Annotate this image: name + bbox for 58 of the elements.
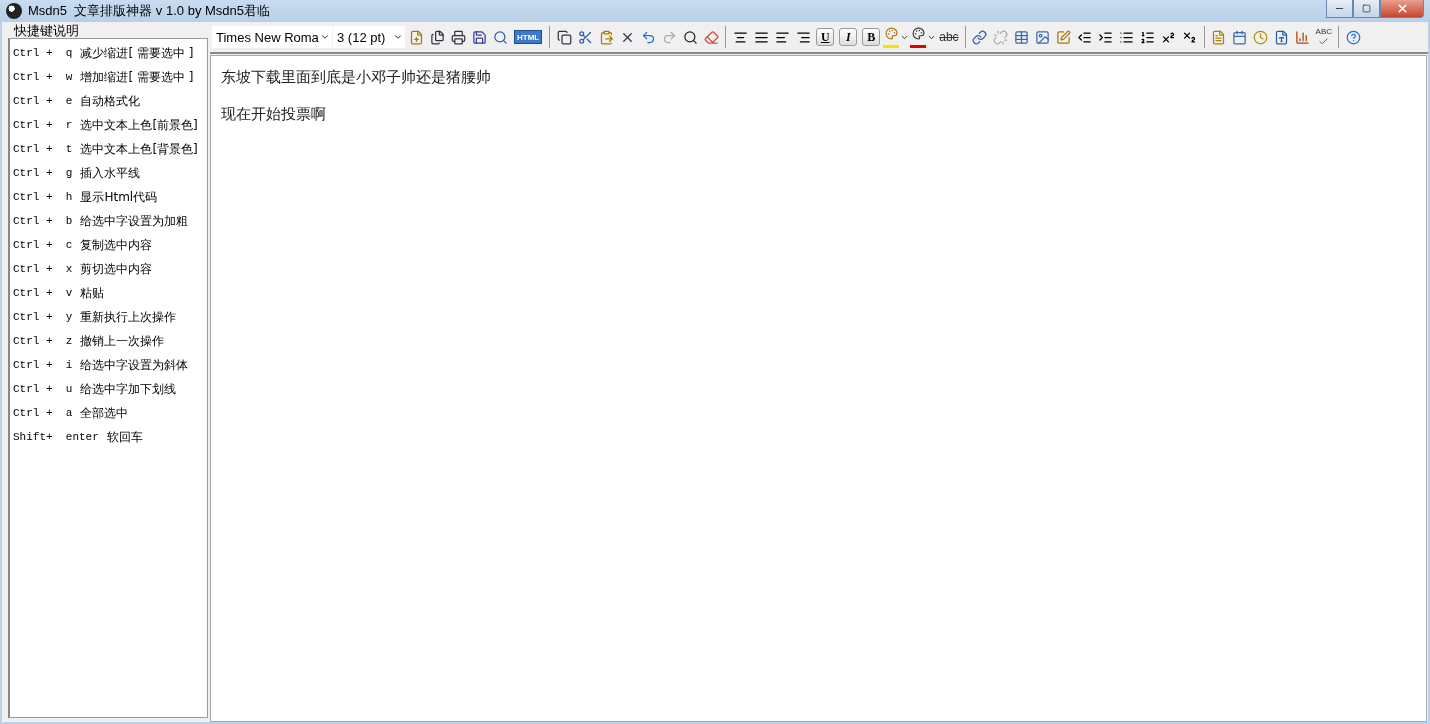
- shortcut-keys: Ctrl + q: [13, 47, 73, 59]
- html-button[interactable]: HTML: [514, 30, 543, 44]
- editor-area[interactable]: 东坡下载里面到底是小邓子帅还是猪腰帅 现在开始投票啊: [210, 55, 1427, 722]
- shortcut-action: 自动格式化: [80, 92, 141, 110]
- shortcut-action: 重新执行上次操作: [80, 308, 177, 326]
- shortcut-keys: Ctrl + v: [13, 287, 73, 299]
- shortcut-keys: Shift+ enter: [13, 431, 99, 443]
- shortcut-keys: Ctrl + y: [13, 311, 73, 323]
- shortcut-action: 给选中字设置为斜体: [80, 356, 189, 374]
- shortcut-action: 插入水平线: [80, 164, 141, 182]
- shortcut-keys: Ctrl + c: [13, 239, 73, 251]
- caret-icon: [320, 32, 330, 42]
- group-title: 快捷键说明: [14, 24, 80, 38]
- caret-icon: [393, 32, 403, 42]
- close-button[interactable]: [1380, 0, 1424, 18]
- editor-paragraph: 东坡下载里面到底是小邓子帅还是猪腰帅: [221, 68, 492, 87]
- shortcut-action: 软回车: [106, 428, 143, 446]
- shortcut-action: 撤销上一次操作: [80, 332, 165, 350]
- shortcut-action: 全部选中: [80, 404, 129, 422]
- shortcut-keys: Ctrl + b: [13, 215, 73, 227]
- spellcheck-button[interactable]: ABC: [1313, 27, 1335, 47]
- app-logo-icon: [6, 3, 22, 19]
- shortcut-action: 给选中字加下划线: [80, 380, 177, 398]
- strikethrough-button[interactable]: abc: [937, 30, 961, 44]
- shortcut-keys: Ctrl + z: [13, 335, 73, 347]
- maximize-icon: [1362, 4, 1371, 13]
- format-button[interactable]: U: [816, 28, 835, 46]
- font-select[interactable]: Times New Roma: [212, 26, 332, 48]
- shortcut-keys: Ctrl + e: [13, 95, 73, 107]
- format-button[interactable]: I: [839, 28, 858, 46]
- shortcut-action: 剪切选中内容: [80, 260, 153, 278]
- shortcut-action: 选中文本上色[背景色]: [80, 140, 198, 158]
- shortcut-keys: Ctrl + a: [13, 407, 73, 419]
- close-icon: [1395, 2, 1409, 15]
- shortcut-keys: Ctrl + r: [13, 119, 73, 131]
- shortcut-keys: Ctrl + u: [13, 383, 73, 395]
- editor-paragraph: 现在开始投票啊: [221, 105, 327, 124]
- format-button[interactable]: B: [862, 28, 881, 46]
- highlight-color-icon[interactable]: [883, 26, 900, 48]
- text-color-icon[interactable]: [910, 26, 927, 48]
- shortcut-action: 显示Html代码: [80, 188, 158, 206]
- shortcut-keys: Ctrl + w: [13, 71, 73, 83]
- shortcut-action: 给选中字设置为加粗: [80, 212, 189, 230]
- shortcut-action: 选中文本上色[前景色]: [80, 116, 198, 134]
- shortcut-action: 复制选中内容: [80, 236, 153, 254]
- maximize-button[interactable]: [1353, 0, 1380, 18]
- shortcut-keys: Ctrl + i: [13, 359, 73, 371]
- shortcut-keys: Ctrl + t: [13, 143, 73, 155]
- minimize-button[interactable]: [1326, 0, 1353, 18]
- check-icon: [1318, 35, 1330, 47]
- size-select[interactable]: 3 (12 pt): [333, 26, 405, 48]
- shortcut-keys: Ctrl + x: [13, 263, 73, 275]
- shortcut-keys: Ctrl + g: [13, 167, 73, 179]
- shortcut-action: 粘贴: [80, 284, 105, 302]
- shortcut-action: 减少缩进[ 需要选中 ]: [80, 44, 194, 62]
- shortcut-action: 增加缩进[ 需要选中 ]: [80, 68, 194, 86]
- window-title: Msdn5 文章排版神器 v 1.0 by Msdn5君临: [28, 2, 270, 20]
- shortcut-keys: Ctrl + h: [13, 191, 73, 203]
